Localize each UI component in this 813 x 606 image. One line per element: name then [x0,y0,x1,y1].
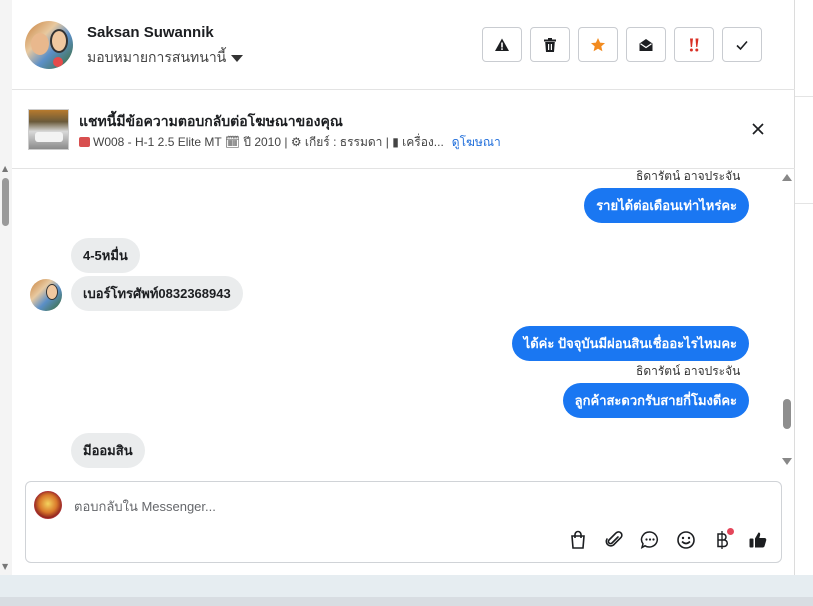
background-panel-edge [795,0,813,575]
close-icon[interactable] [750,121,766,137]
trash-icon [544,37,556,52]
reply-composer [25,481,782,563]
incoming-message[interactable]: 4-5หมื่น [71,238,140,273]
contact-avatar-small[interactable] [30,279,62,311]
payment-button[interactable] [710,528,734,552]
star-icon [591,37,605,51]
conversation-header: Saksan Suwannik มอบหมายการสนทนานี้ [12,0,795,90]
double-exclamation-icon [689,38,699,51]
open-envelope-icon [639,38,653,51]
reply-input[interactable] [74,495,674,517]
star-button[interactable] [578,27,618,62]
caret-down-icon [231,54,244,62]
message-thread[interactable]: ธิดารัตน์ อาจประจัน รายได้ต่อเดือนเท่าไห… [12,170,795,468]
smiley-icon [677,531,695,549]
page-avatar [34,491,62,519]
composer-toolbar [566,528,770,552]
incoming-message[interactable]: เบอร์โทรศัพท์0832368943 [71,276,243,311]
thread-scrollbar[interactable] [779,170,795,468]
shop-bag-button[interactable] [566,528,590,552]
outgoing-message[interactable]: ลูกค้าสะดวกรับสายกี่โมงดีคะ [562,383,749,418]
follow-up-button[interactable] [674,27,714,62]
chat-bubble-icon [640,531,659,550]
delete-button[interactable] [530,27,570,62]
assign-conversation-dropdown[interactable]: มอบหมายการสนทนานี้ [87,47,244,69]
thumbs-up-icon [749,532,767,548]
car-emoji-icon [79,137,90,147]
checkmark-icon [736,40,748,50]
paperclip-icon [605,531,623,547]
emoji-button[interactable] [674,528,698,552]
thread-scroll-thumb[interactable] [783,399,791,429]
scroll-down-arrow-icon[interactable]: ▼ [2,562,8,571]
scroll-up-icon[interactable] [782,174,792,181]
outgoing-message[interactable]: รายได้ต่อเดือนเท่าไหร่คะ [584,188,749,223]
ad-reply-banner: แชทนี้มีข้อความตอบกลับต่อโฆษณาของคุณ W00… [12,91,795,169]
mark-unread-button[interactable] [626,27,666,62]
sender-name: ธิดารัตน์ อาจประจัน [636,170,741,183]
page-scroll-thumb[interactable] [2,178,9,226]
incoming-message[interactable]: มีออมสิน [71,433,145,468]
conversation-panel: Saksan Suwannik มอบหมายการสนทนานี้ แชทนี… [12,0,795,575]
page-scrollbar[interactable]: ▲ ▼ [0,0,12,575]
report-spam-button[interactable] [482,27,522,62]
sender-name: ธิดารัตน์ อาจประจัน [636,364,741,378]
notification-dot [727,528,734,535]
scroll-up-arrow-icon[interactable]: ▲ [2,164,8,173]
attach-button[interactable] [602,528,626,552]
ad-banner-detail: W008 - H-1 2.5 Elite MT 🗓 ปี 2010 | ⚙ เก… [79,133,501,152]
assign-label: มอบหมายการสนทนานี้ [87,49,227,65]
conversation-toolbar [482,27,762,62]
saved-replies-button[interactable] [638,528,662,552]
view-ad-link[interactable]: ดูโฆษณา [452,135,501,149]
ad-thumbnail[interactable] [28,109,69,150]
thumbs-up-button[interactable] [746,528,770,552]
scroll-down-icon[interactable] [782,458,792,465]
mark-done-button[interactable] [722,27,762,62]
contact-avatar[interactable] [25,21,73,69]
warning-icon [495,38,509,51]
shopping-bag-icon [571,530,585,549]
ad-detail-text: W008 - H-1 2.5 Elite MT 🗓 ปี 2010 | ⚙ เก… [93,135,444,149]
ad-banner-title: แชทนี้มีข้อความตอบกลับต่อโฆษณาของคุณ [79,113,343,129]
contact-name[interactable]: Saksan Suwannik [87,24,214,41]
outgoing-message[interactable]: ได้ค่ะ ปัจจุบันมีผ่อนสินเชื่ออะไรไหมคะ [511,326,749,361]
bottom-background-strip [0,575,813,606]
